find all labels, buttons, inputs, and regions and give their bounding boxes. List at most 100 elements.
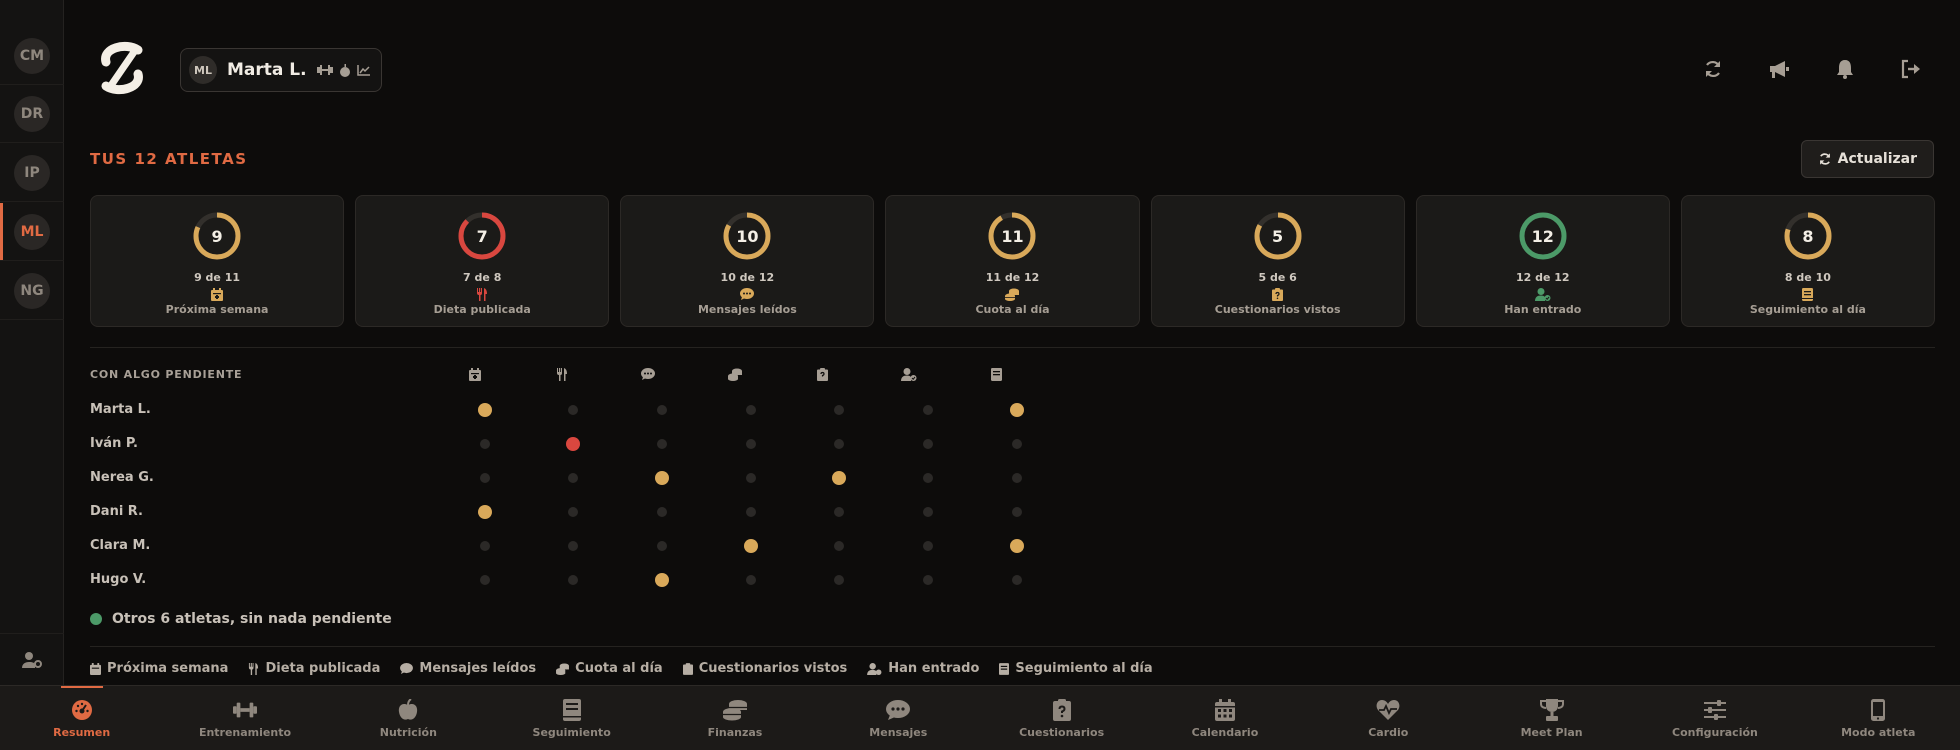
nav-label: Entrenamiento (198, 725, 292, 739)
stat-card-han-entrado[interactable]: 12 12 de 12 Han entrado (1415, 195, 1670, 327)
bottom-nav: Resumen Entrenamiento Nutrición Seguimie… (0, 685, 1960, 750)
stat-cards: 9 9 de 11 Próxima semana 7 7 de 8 Dieta … (90, 195, 1935, 327)
nav-label: Cardio (1368, 725, 1409, 739)
sync-button[interactable] (1702, 58, 1724, 80)
athlete-row-name[interactable]: Hugo V. (90, 572, 146, 587)
rail-item-cm[interactable]: CM (0, 27, 64, 85)
status-dot-ok (923, 507, 933, 517)
rail-item-ml[interactable]: ML (0, 203, 64, 261)
nav-modo-atleta[interactable]: Modo atleta (1797, 686, 1960, 750)
book-icon (990, 367, 1002, 381)
legend-label: Cuestionarios vistos (698, 661, 848, 676)
progress-ring: 10 (722, 211, 772, 261)
stat-fraction: 5 de 6 (1258, 271, 1297, 284)
status-dot-green (90, 613, 102, 625)
pending-title: CON ALGO PENDIENTE (90, 368, 243, 381)
nav-calendario[interactable]: Calendario (1143, 686, 1306, 750)
nav-label: Finanzas (707, 725, 763, 739)
legend-label: Mensajes leídos (419, 661, 537, 676)
current-athlete-selector[interactable]: ML Marta L. (180, 48, 382, 92)
progress-ring: 5 (1253, 211, 1303, 261)
stat-fraction: 7 de 8 (463, 271, 502, 284)
calendar-icon (211, 287, 224, 301)
status-dot-ok (657, 507, 667, 517)
stat-fraction: 9 de 11 (194, 271, 241, 284)
bell-icon (1837, 60, 1853, 79)
status-dot-ok (834, 439, 844, 449)
stat-card-cuestionarios-vistos[interactable]: 5 5 de 6 Cuestionarios vistos (1150, 195, 1405, 327)
divider (90, 646, 1935, 647)
nav-label: Calendario (1191, 725, 1259, 739)
megaphone-icon (1770, 61, 1789, 78)
user-check-icon (1534, 287, 1551, 301)
stat-fraction: 8 de 10 (1784, 271, 1831, 284)
status-dot-ok (746, 507, 756, 517)
trophy-icon (1539, 698, 1564, 721)
rail-item-ip[interactable]: IP (0, 144, 64, 202)
stat-card-mensajes-leidos[interactable]: 10 10 de 12 Mensajes leídos (620, 195, 875, 327)
status-dot-ok (480, 473, 490, 483)
status-dot-ok (657, 405, 667, 415)
stat-fraction: 12 de 12 (1515, 271, 1570, 284)
athlete-row-name[interactable]: Clara M. (90, 538, 150, 553)
athlete-row-name[interactable]: Iván P. (90, 436, 138, 451)
nav-meet-plan[interactable]: Meet Plan (1470, 686, 1633, 750)
nav-seguimiento[interactable]: Seguimiento (490, 686, 653, 750)
nav-nutricion[interactable]: Nutrición (327, 686, 490, 750)
legend-label: Cuota al día (575, 661, 663, 676)
progress-ring: 11 (987, 211, 1037, 261)
coins-icon (722, 699, 747, 720)
dumbbell-icon (316, 65, 333, 75)
rail-item-dr[interactable]: DR (0, 85, 64, 143)
status-dot-ok (1012, 507, 1022, 517)
logout-button[interactable] (1900, 58, 1922, 80)
status-dot-pending (832, 471, 846, 485)
announcements-button[interactable] (1768, 58, 1790, 80)
nav-configuracion[interactable]: Configuración (1633, 686, 1796, 750)
logout-icon (1901, 59, 1920, 79)
avatar: IP (14, 155, 50, 191)
nav-cardio[interactable]: Cardio (1307, 686, 1470, 750)
status-dot-ok (834, 575, 844, 585)
stat-label: Dieta publicada (433, 303, 531, 316)
status-dot-ok (568, 541, 578, 551)
status-dot-ok (923, 575, 933, 585)
nav-resumen[interactable]: Resumen (0, 686, 163, 750)
nav-mensajes[interactable]: Mensajes (817, 686, 980, 750)
utensils-icon (557, 367, 567, 381)
nav-cuestionarios[interactable]: Cuestionarios (980, 686, 1143, 750)
manage-athletes-button[interactable] (0, 633, 64, 685)
calendar-grid-icon (1214, 698, 1235, 721)
notifications-button[interactable] (1834, 58, 1856, 80)
book-icon (999, 662, 1010, 675)
athlete-row-name[interactable]: Marta L. (90, 402, 151, 417)
stat-card-proxima-semana[interactable]: 9 9 de 11 Próxima semana (90, 195, 345, 327)
avatar: NG (14, 273, 50, 309)
column-header-cuota-al-dia (727, 366, 743, 382)
rail-item-ng[interactable]: NG (0, 262, 64, 320)
stat-label: Cuestionarios vistos (1214, 303, 1341, 316)
athlete-row-name[interactable]: Nerea G. (90, 470, 154, 485)
legend-item: Han entrado (867, 661, 979, 676)
athlete-row-name[interactable]: Dani R. (90, 504, 143, 519)
status-dot-pending (478, 403, 492, 417)
clipboard-icon (682, 662, 693, 675)
stat-value: 11 (1001, 226, 1024, 246)
status-dot-pending (655, 573, 669, 587)
apple-icon (339, 63, 350, 77)
chart-line-icon (356, 65, 370, 76)
status-dot-pending (744, 539, 758, 553)
status-dot-ok (657, 439, 667, 449)
stat-label: Han entrado (1504, 303, 1582, 316)
nav-finanzas[interactable]: Finanzas (653, 686, 816, 750)
nav-entrenamiento[interactable]: Entrenamiento (163, 686, 326, 750)
nav-label: Cuestionarios (1019, 725, 1105, 739)
stat-card-cuota-al-dia[interactable]: 11 11 de 12 Cuota al día (885, 195, 1140, 327)
stat-card-dieta-publicada[interactable]: 7 7 de 8 Dieta publicada (355, 195, 610, 327)
avatar: CM (14, 38, 50, 74)
calendar-icon (469, 367, 481, 381)
status-dot-ok (568, 507, 578, 517)
refresh-button[interactable]: Actualizar (1800, 140, 1934, 178)
top-actions (1702, 58, 1922, 80)
stat-card-seguimiento-al-dia[interactable]: 8 8 de 10 Seguimiento al día (1680, 195, 1935, 327)
